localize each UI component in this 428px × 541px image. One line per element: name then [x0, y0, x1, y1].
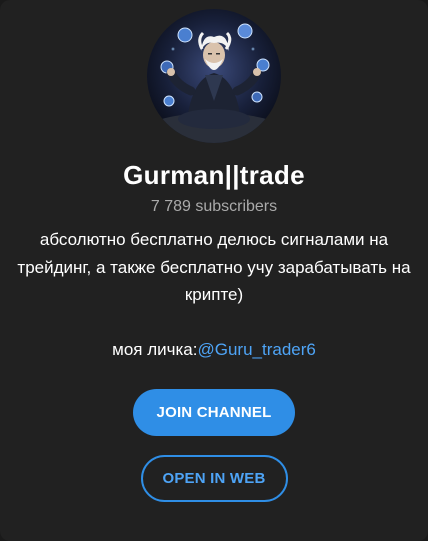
- open-in-web-button[interactable]: OPEN IN WEB: [140, 455, 288, 502]
- contact-prefix: моя личка:: [112, 339, 198, 359]
- channel-title: Gurman||trade: [123, 160, 305, 190]
- subscriber-count: 7 789 subscribers: [150, 198, 278, 215]
- channel-avatar: [147, 9, 281, 143]
- channel-description: абсолютно бесплатно делюсь сигналами на …: [17, 230, 411, 304]
- contact-username-link[interactable]: @Guru_trader6: [197, 340, 315, 359]
- channel-preview-card: Gurman||trade 7 789 subscribers абсолютн…: [0, 0, 428, 541]
- join-channel-button[interactable]: JOIN CHANNEL: [133, 389, 295, 436]
- channel-contact-line: моя личка:@Guru_trader6: [112, 336, 316, 364]
- meditating-sage-icon: [147, 9, 281, 143]
